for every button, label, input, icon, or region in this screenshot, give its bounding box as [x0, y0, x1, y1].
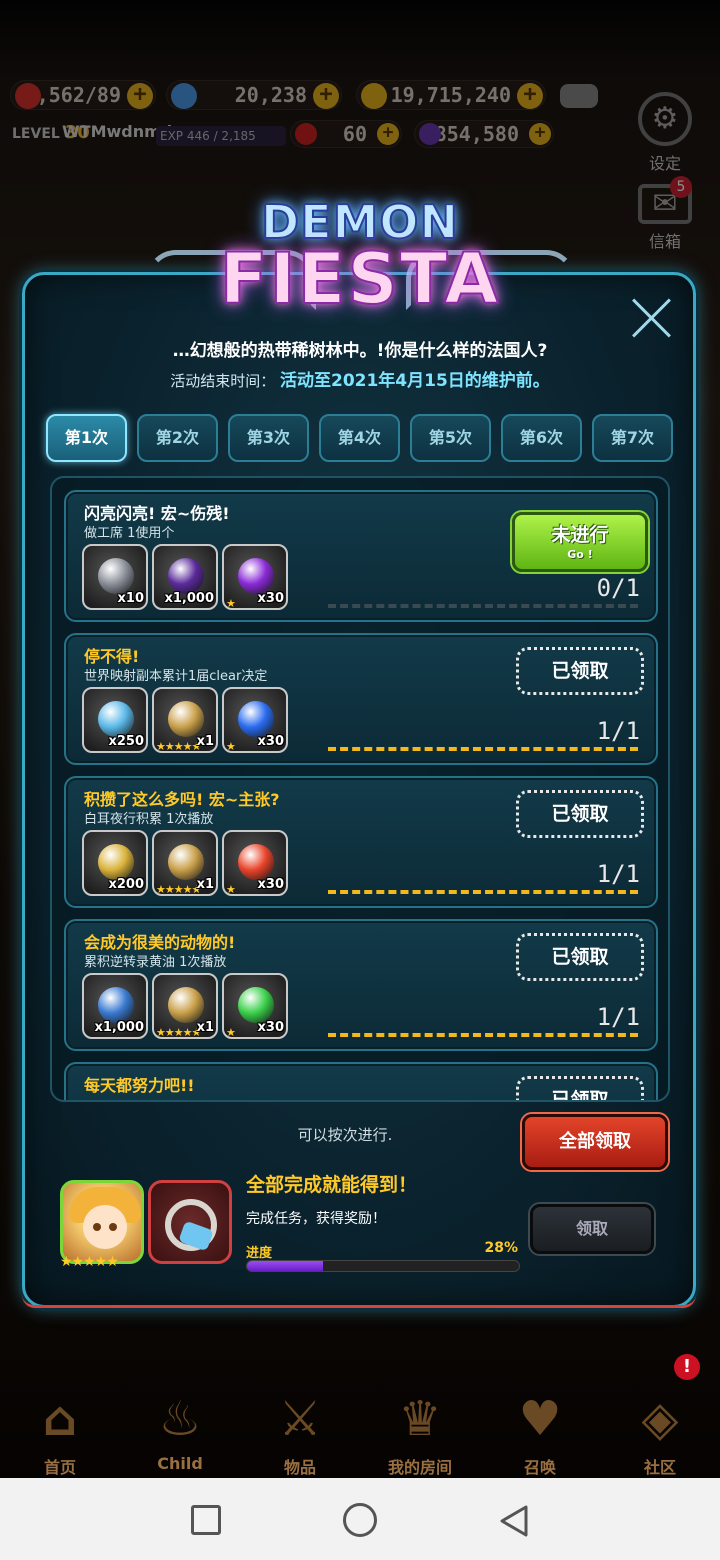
- quest-progress: [328, 890, 638, 894]
- claim-all-button[interactable]: 全部领取: [522, 1114, 668, 1170]
- tab-round-2[interactable]: 第2次: [137, 414, 218, 462]
- quest-progress: [328, 604, 638, 608]
- quest-desc: 白耳夜行积累 1次播放: [84, 812, 214, 827]
- round-tabs: 第1次 第2次 第3次 第4次 第5次 第6次 第7次: [46, 414, 676, 462]
- reward-item[interactable]: ★★★★★ x1: [152, 830, 218, 896]
- go-button[interactable]: 未进行 Go !: [512, 512, 648, 572]
- quest-count: 1/1: [596, 717, 640, 745]
- reward-item[interactable]: ★★★★★ x1: [152, 687, 218, 753]
- quest-count: 1/1: [596, 1003, 640, 1031]
- quest-desc: 世界映射副本累计1届clear决定: [84, 669, 268, 684]
- community-alert-badge: !: [674, 1354, 700, 1380]
- claimed-button[interactable]: 已领取: [516, 1076, 644, 1100]
- quest-count: 0/1: [596, 574, 640, 602]
- reward-item[interactable]: ★★★★★ x1: [152, 973, 218, 1039]
- item-icon: [98, 558, 134, 594]
- reward-item[interactable]: x250: [82, 687, 148, 753]
- reward-items: x1,000 ★★★★★ x1 ★ x30: [82, 973, 288, 1039]
- reward-item[interactable]: x1,000: [152, 544, 218, 610]
- sword-shield-icon: ⚔: [278, 1391, 322, 1447]
- quest-card: 闪亮闪亮! 宏~伤残! 做工席 1使用个 x10 x1,000 ★ x30 未进行…: [64, 490, 658, 622]
- quest-desc: 累积逆转录黄油 1次播放: [84, 955, 227, 970]
- quest-list[interactable]: 闪亮闪亮! 宏~伤残! 做工席 1使用个 x10 x1,000 ★ x30 未进行…: [50, 476, 670, 1102]
- quest-card: 停不得! 世界映射副本累计1届clear决定 x250 ★★★★★ x1 ★ x30…: [64, 633, 658, 765]
- nav-child[interactable]: ♨ Child: [120, 1378, 240, 1478]
- nav-my-room[interactable]: ♛ 我的房间: [360, 1378, 480, 1478]
- quest-card: 积攒了这么多吗! 宏~主张? 白耳夜行积累 1次播放 x200 ★★★★★ x1 …: [64, 776, 658, 908]
- item-icon: [168, 987, 204, 1023]
- reward-item[interactable]: ★ x30: [222, 973, 288, 1039]
- crown-icon: ♛: [398, 1391, 442, 1447]
- reward-item[interactable]: ★ x30: [222, 830, 288, 896]
- reward-item[interactable]: x10: [82, 544, 148, 610]
- quest-desc: 做工席 1使用个: [84, 526, 175, 541]
- progress-label: 进度: [246, 1246, 273, 1261]
- item-icon: [98, 701, 134, 737]
- shield-icon: ◈: [641, 1391, 679, 1447]
- event-end-time: 活动结束时间： 活动至2021年4月15日的维护前。: [170, 371, 550, 391]
- progress-fill: [247, 1261, 324, 1271]
- home-button[interactable]: [343, 1503, 377, 1537]
- quest-title: 停不得!: [84, 647, 140, 666]
- reward-items: x200 ★★★★★ x1 ★ x30: [82, 830, 288, 896]
- logo-fiesta: FIESTA: [219, 238, 501, 320]
- back-button[interactable]: [498, 1504, 530, 1538]
- claimed-button[interactable]: 已领取: [516, 790, 644, 838]
- quest-progress: [328, 747, 638, 751]
- reward-item[interactable]: x200: [82, 830, 148, 896]
- flame-icon: ♨: [158, 1391, 202, 1447]
- tab-round-3[interactable]: 第3次: [228, 414, 309, 462]
- tab-round-5[interactable]: 第5次: [410, 414, 491, 462]
- claimed-button[interactable]: 已领取: [516, 647, 644, 695]
- tab-round-1[interactable]: 第1次: [46, 414, 127, 462]
- reward-item[interactable]: x1,000: [82, 973, 148, 1039]
- hint-text: 可以按次进行.: [297, 1126, 393, 1144]
- reward-item[interactable]: ★ x30: [222, 544, 288, 610]
- game-screen: 6,562/89 + 20,238 + 19,715,240 + LEVEL 3…: [0, 0, 720, 1478]
- tab-round-7[interactable]: 第7次: [592, 414, 673, 462]
- recent-apps-button[interactable]: [191, 1505, 221, 1535]
- item-icon: [98, 987, 134, 1023]
- reward-item[interactable]: ★ x30: [222, 687, 288, 753]
- bottom-nav: ⌂ 首页 ♨ Child ⚔ 物品 ♛ 我的房间 ♥ 召唤 ◈ 社区: [0, 1378, 720, 1478]
- complete-title: 全部完成就能得到！: [246, 1174, 418, 1196]
- quest-title: 每天都努力吧!!: [84, 1076, 195, 1095]
- reward-stars: ★★★★★: [60, 1254, 119, 1270]
- quest-progress: [328, 1033, 638, 1037]
- claimed-button[interactable]: 已领取: [516, 933, 644, 981]
- item-icon: [168, 701, 204, 737]
- tab-round-4[interactable]: 第4次: [319, 414, 400, 462]
- item-icon: [238, 987, 274, 1023]
- quest-card: 每天都努力吧!! 已领取: [64, 1062, 658, 1100]
- item-icon: [238, 701, 274, 737]
- character-reward[interactable]: [60, 1180, 144, 1264]
- quest-count: 1/1: [596, 860, 640, 888]
- complete-desc: 完成任务，获得奖励！: [246, 1211, 386, 1227]
- event-logo: DEMON FIESTA: [150, 195, 570, 334]
- home-icon: ⌂: [42, 1391, 78, 1447]
- item-icon: [168, 844, 204, 880]
- nav-community[interactable]: ◈ 社区: [600, 1378, 720, 1478]
- quest-card: 会成为很美的动物的! 累积逆转录黄油 1次播放 x1,000 ★★★★★ x1 ★…: [64, 919, 658, 1051]
- nav-items[interactable]: ⚔ 物品: [240, 1378, 360, 1478]
- claim-button[interactable]: 领取: [530, 1204, 654, 1254]
- quest-title: 会成为很美的动物的!: [84, 933, 236, 952]
- equipment-reward[interactable]: [148, 1180, 232, 1264]
- quest-title: 积攒了这么多吗! 宏~主张?: [84, 790, 280, 809]
- progress-percent: 28%: [484, 1240, 518, 1256]
- nav-summon[interactable]: ♥ 召唤: [480, 1378, 600, 1478]
- quest-title: 闪亮闪亮! 宏~伤残!: [84, 504, 230, 523]
- potion-icon: ♥: [518, 1391, 562, 1447]
- item-icon: [168, 558, 204, 594]
- item-icon: [98, 844, 134, 880]
- item-icon: [238, 844, 274, 880]
- close-button[interactable]: [630, 296, 674, 340]
- reward-items: x250 ★★★★★ x1 ★ x30: [82, 687, 288, 753]
- nav-home[interactable]: ⌂ 首页: [0, 1378, 120, 1478]
- item-icon: [238, 558, 274, 594]
- event-subtitle: …幻想般的热带稀树林中。!你是什么样的法国人?: [172, 341, 548, 361]
- tab-round-6[interactable]: 第6次: [501, 414, 582, 462]
- progress-bar: [246, 1260, 520, 1272]
- reward-items: x10 x1,000 ★ x30: [82, 544, 288, 610]
